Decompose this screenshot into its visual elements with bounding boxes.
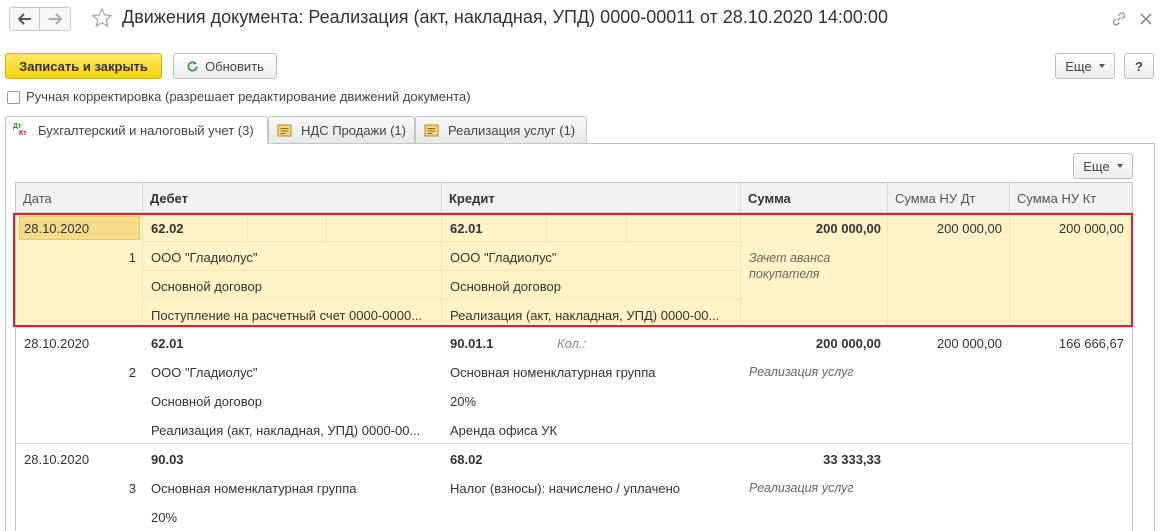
tab-service-sales[interactable]: Реализация услуг (1) (415, 116, 587, 143)
row-2-qty-label: Кол.: (557, 336, 587, 351)
row-2-debit-account[interactable]: 62.01 (151, 336, 184, 351)
table-more-label: Еще (1083, 158, 1110, 174)
row-2-content[interactable]: Реализация услуг (749, 365, 854, 379)
refresh-button[interactable]: Обновить (173, 53, 277, 79)
row-1-nu-dt[interactable]: 200 000,00 (892, 221, 1002, 236)
row-2-date[interactable]: 28.10.2020 (24, 336, 89, 351)
tab-service-sales-label: Реализация услуг (1) (448, 122, 576, 138)
tab-accounting-label: Бухгалтерский и налоговый учет (3) (38, 123, 254, 138)
row-1-debit-account[interactable]: 62.02 (151, 221, 184, 236)
row-3-amount[interactable]: 33 333,33 (746, 452, 881, 467)
more-label: Еще (1065, 58, 1092, 74)
arrow-left-icon (17, 13, 31, 25)
save-close-button[interactable]: Записать и закрыть (5, 53, 162, 79)
col-header-amount[interactable]: Сумма (741, 183, 888, 213)
close-icon[interactable] (1137, 10, 1155, 28)
row-3-credit-sub1[interactable]: Налог (взносы): начислено / уплачено (450, 481, 680, 496)
register-icon (277, 124, 292, 136)
row-3-date[interactable]: 28.10.2020 (24, 452, 89, 467)
row-1-debit-sub2[interactable]: Основной договор (151, 279, 262, 294)
postings-table[interactable]: Дата Дебет Кредит Сумма Сумма НУ Дт Сумм… (15, 182, 1133, 531)
col-header-nu-dt[interactable]: Сумма НУ Дт (888, 183, 1010, 213)
row-3-debit-account[interactable]: 90.03 (151, 452, 184, 467)
row-1-content[interactable]: Зачет аванса покупателя (749, 250, 869, 282)
row-2-debit-sub3[interactable]: Реализация (акт, накладная, УПД) 0000-00… (151, 423, 436, 438)
row-2-debit-sub1[interactable]: ООО "Гладиолус" (151, 365, 258, 380)
row-1-amount[interactable]: 200 000,00 (746, 221, 881, 236)
row-2-debit-sub2[interactable]: Основной договор (151, 394, 262, 409)
tab-vat-sales[interactable]: НДС Продажи (1) (268, 116, 415, 143)
tab-accounting[interactable]: Дт Кт Бухгалтерский и налоговый учет (3) (5, 116, 268, 144)
dt-kt-icon: Дт Кт (13, 123, 27, 137)
row-1-nu-kt[interactable]: 200 000,00 (1014, 221, 1124, 236)
forward-button[interactable] (40, 7, 71, 31)
more-menu-button[interactable]: Еще (1055, 53, 1115, 79)
back-button[interactable] (9, 7, 40, 31)
manual-adjust-checkbox[interactable] (7, 91, 20, 104)
help-button[interactable]: ? (1124, 53, 1154, 79)
register-icon (424, 124, 439, 136)
row-2-nu-dt[interactable]: 200 000,00 (892, 336, 1002, 351)
row-1-debit-sub3[interactable]: Поступление на расчетный счет 0000-0000.… (151, 308, 436, 323)
row-1-credit-account[interactable]: 62.01 (450, 221, 483, 236)
refresh-icon (187, 60, 198, 72)
row-3-credit-account[interactable]: 68.02 (450, 452, 483, 467)
row-1-debit-sub1[interactable]: ООО "Гладиолус" (151, 250, 258, 265)
refresh-label: Обновить (205, 58, 264, 74)
chevron-down-icon (1116, 164, 1123, 168)
row-3-debit-sub1[interactable]: Основная номенклатурная группа (151, 481, 357, 496)
row-2-credit-sub3[interactable]: Аренда офиса УК (450, 423, 557, 438)
row-2-amount[interactable]: 200 000,00 (746, 336, 881, 351)
row-3-debit-sub2[interactable]: 20% (151, 510, 177, 525)
chevron-down-icon (1098, 64, 1105, 68)
row-2-nu-kt[interactable]: 166 666,67 (1014, 336, 1124, 351)
favorite-star-icon[interactable] (91, 7, 113, 29)
col-header-credit[interactable]: Кредит (442, 183, 741, 213)
row-1-credit-sub1[interactable]: ООО "Гладиолус" (450, 250, 557, 265)
col-header-nu-kt[interactable]: Сумма НУ Кт (1010, 183, 1132, 213)
row-2-credit-sub1[interactable]: Основная номенклатурная группа (450, 365, 656, 380)
row-2-number: 2 (128, 365, 136, 380)
col-header-date[interactable]: Дата (16, 183, 143, 213)
row-3-number: 3 (128, 481, 136, 496)
row-1-number: 1 (128, 250, 136, 265)
manual-adjust-label[interactable]: Ручная корректировка (разрешает редактир… (26, 89, 471, 104)
col-header-debit[interactable]: Дебет (143, 183, 442, 213)
table-more-button[interactable]: Еще (1073, 153, 1133, 179)
tab-vat-sales-label: НДС Продажи (1) (301, 122, 406, 138)
link-icon[interactable] (1110, 10, 1128, 28)
window-title: Движения документа: Реализация (акт, нак… (122, 7, 888, 27)
row-1-credit-sub3[interactable]: Реализация (акт, накладная, УПД) 0000-00… (450, 308, 735, 323)
row-2-credit-account[interactable]: 90.01.1 (450, 336, 493, 351)
row-3-content[interactable]: Реализация услуг (749, 481, 854, 495)
row-2-credit-sub2[interactable]: 20% (450, 394, 476, 409)
title-bar: Движения документа: Реализация (акт, нак… (0, 0, 1160, 38)
row-1-credit-sub2[interactable]: Основной договор (450, 279, 561, 294)
row-1-date[interactable]: 28.10.2020 (24, 221, 89, 236)
arrow-right-icon (49, 13, 62, 25)
